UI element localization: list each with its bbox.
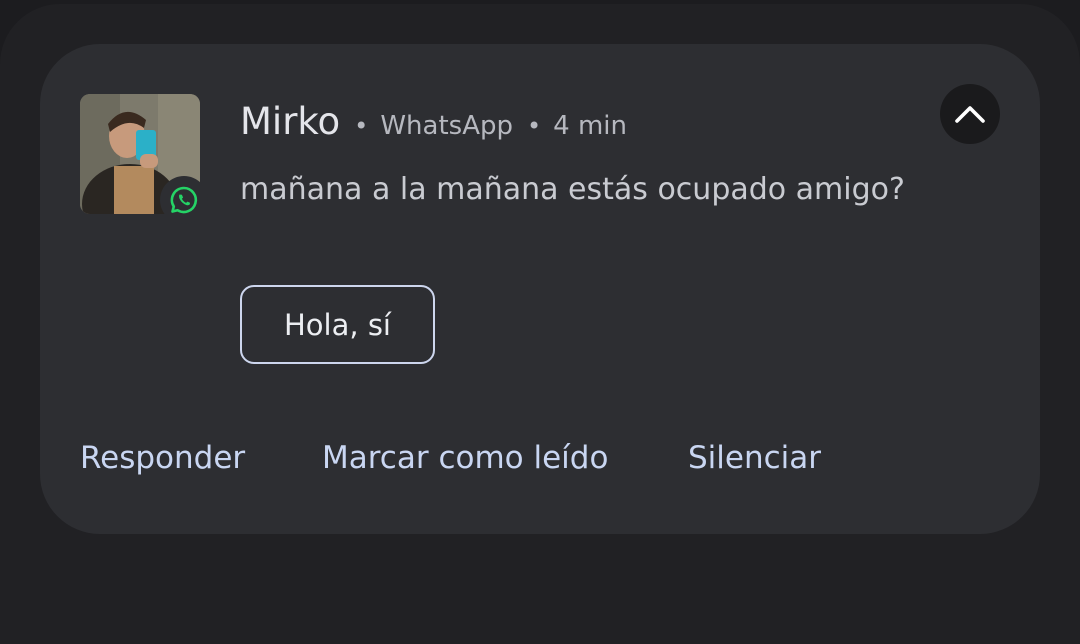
chevron-up-icon — [955, 106, 985, 123]
separator-dot: • — [354, 112, 369, 140]
sender-name: Mirko — [240, 100, 341, 143]
timestamp: 4 min — [553, 111, 627, 141]
whatsapp-icon — [160, 176, 208, 224]
message-text: mañana a la mañana estás ocupado amigo? — [240, 172, 905, 207]
app-name: WhatsApp — [380, 111, 513, 141]
reply-action-button[interactable]: Responder — [80, 440, 245, 476]
notification-header: Mirko • WhatsApp • 4 min — [240, 100, 627, 150]
mark-as-read-button[interactable]: Marcar como leído — [322, 440, 608, 476]
collapse-button[interactable] — [940, 84, 1000, 144]
separator-dot: • — [526, 112, 542, 140]
mute-button[interactable]: Silenciar — [688, 440, 821, 476]
smart-reply-chip[interactable]: Hola, sí — [240, 285, 435, 364]
